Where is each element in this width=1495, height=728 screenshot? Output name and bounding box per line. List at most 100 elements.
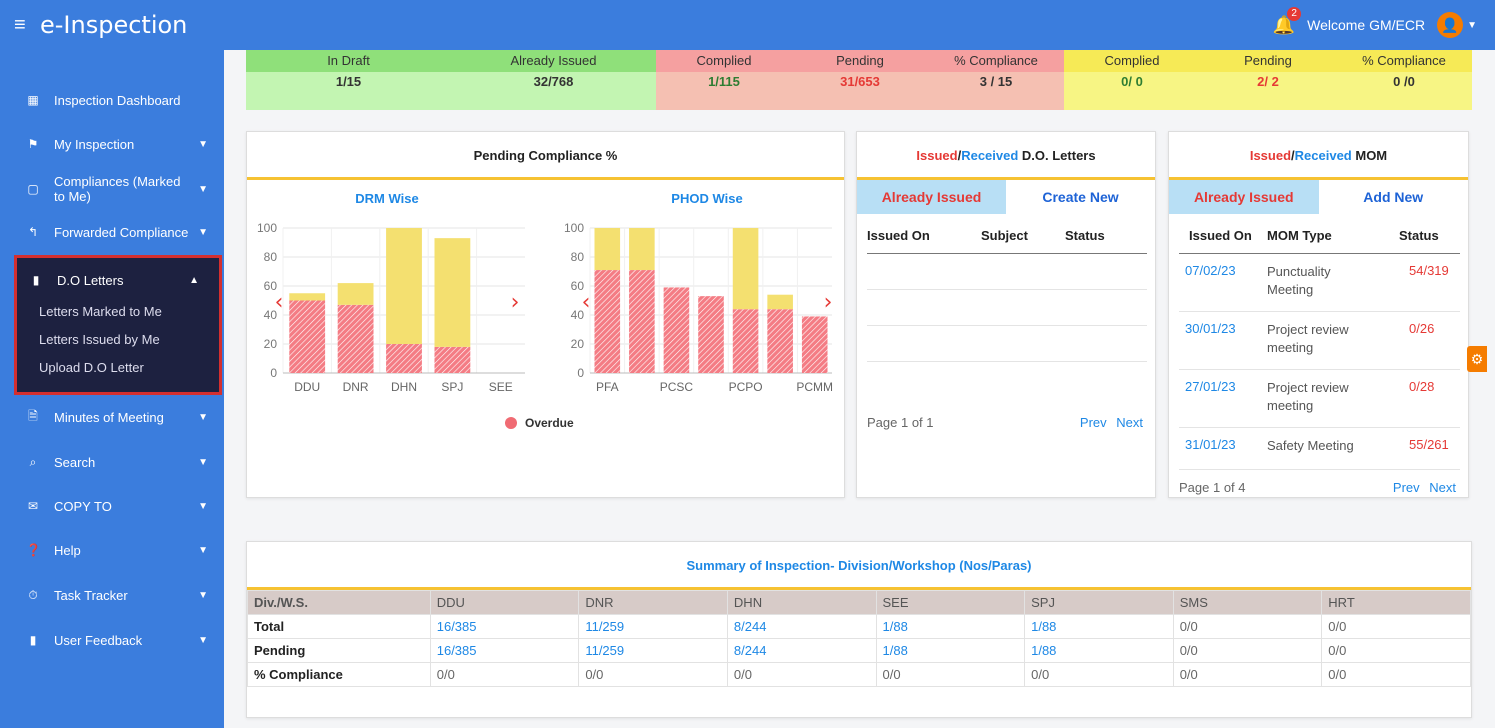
stat-value[interactable]: 1/115 (656, 72, 792, 110)
do-letters-card: Issued/Received D.O. Letters Already Iss… (856, 131, 1156, 498)
mom-status[interactable]: 55/261 (1399, 437, 1449, 461)
next-link[interactable]: Next (1116, 415, 1143, 430)
mom-status[interactable]: 0/28 (1399, 379, 1434, 419)
chevron-down-icon: ▼ (198, 183, 208, 195)
stat-value[interactable]: 31/653 (792, 72, 928, 110)
grid-icon: ▦ (27, 93, 39, 107)
table-row[interactable]: 30/01/23 Project review meeting 0/26 (1179, 312, 1460, 370)
chevron-down-icon: ▼ (198, 500, 208, 512)
chart-prev-arrow-icon[interactable]: ‹ (275, 290, 284, 315)
stat-label: Complied (1104, 53, 1160, 68)
user-avatar-icon[interactable]: 👤 (1437, 12, 1464, 38)
card-title: Pending Compliance % (247, 132, 844, 180)
legend-label: Overdue (525, 416, 574, 430)
bar (767, 294, 793, 310)
sidebar-subitem-upload-do-letter[interactable]: Upload D.O Letter (39, 360, 144, 375)
division-header: SEE (875, 590, 1026, 615)
bar (289, 300, 326, 373)
timer-icon: ⏱ (28, 587, 38, 602)
summary-cell[interactable]: 1/88 (875, 638, 1026, 663)
bar (337, 304, 374, 373)
mom-date-link[interactable]: 30/01/23 (1179, 321, 1267, 361)
mom-status[interactable]: 54/319 (1399, 263, 1449, 303)
sidebar-item-copy-to[interactable]: ✉ COPY TO ▼ (0, 496, 224, 516)
sidebar-item-search[interactable]: ⌕ Search ▼ (0, 452, 224, 472)
stat-value[interactable]: 32/768 (451, 72, 656, 110)
sidebar-subitem-letters-marked[interactable]: Letters Marked to Me (39, 304, 162, 319)
mom-type: Project review meeting (1267, 322, 1349, 355)
chart-next-arrow-icon[interactable]: › (824, 290, 833, 315)
app-brand[interactable]: e-Inspection (40, 11, 187, 39)
tab-already-issued[interactable]: Already Issued (857, 180, 1006, 214)
hamburger-icon[interactable]: ≡ (14, 14, 34, 37)
summary-card: Summary of Inspection- Division/Workshop… (246, 541, 1472, 718)
title-received: Received (1294, 148, 1352, 163)
bar (629, 228, 655, 271)
pending-compliance-charts: DRM Wise020406080100DDU DNR DHN SPJ SEE‹ ›PHO… (257, 191, 833, 430)
table-row[interactable]: 27/01/23 Project review meeting 0/28 (1179, 370, 1460, 428)
tab-already-issued[interactable]: Already Issued (1169, 180, 1319, 214)
sidebar-item-user-feedback[interactable]: ▮ User Feedback ▼ (0, 630, 224, 650)
mom-date-link[interactable]: 31/01/23 (1179, 437, 1267, 461)
summary-cell[interactable]: 11/259 (578, 638, 728, 663)
sidebar-item-minutes-of-meeting[interactable]: 🗎 Minutes of Meeting ▼ (0, 407, 224, 427)
summary-cell[interactable]: 8/244 (726, 638, 877, 663)
summary-cell: 0/0 (1321, 662, 1471, 687)
pending-compliance-card: Pending Compliance % DRM Wise 0 20 40 60 80 10… (246, 131, 845, 498)
settings-gear-icon[interactable]: ⚙ (1467, 346, 1487, 372)
sidebar-item-compliances[interactable]: ▢ Compliances (Marked to Me) ▼ (0, 172, 224, 206)
stat-value[interactable]: 3 / 15 (928, 72, 1064, 110)
prev-link[interactable]: Prev (1080, 415, 1107, 430)
notification-bell-icon[interactable]: 🔔 2 (1273, 6, 1302, 36)
sidebar-item-help[interactable]: ❓ Help ▼ (0, 540, 224, 560)
create-new-button[interactable]: Create New (1006, 180, 1155, 214)
bar (801, 316, 828, 373)
sidebar-item-do-letters[interactable]: ▮ D.O Letters ▲ (3, 270, 211, 290)
bar (434, 238, 471, 347)
stat-value[interactable]: 0/ 0 (1064, 72, 1200, 110)
add-new-button[interactable]: Add New (1318, 180, 1468, 214)
summary-cell[interactable]: 1/88 (1024, 614, 1174, 639)
clipboard-icon: ▢ (27, 182, 39, 196)
summary-cell[interactable]: 16/385 (429, 614, 580, 639)
summary-cell[interactable]: 16/385 (429, 638, 580, 663)
sidebar-item-task-tracker[interactable]: ⏱ Task Tracker ▼ (0, 585, 224, 605)
sidebar-item-my-inspection[interactable]: ⚑ My Inspection ▼ (0, 134, 224, 154)
stat-label: Complied (696, 53, 752, 68)
card-title: Issued/Received MOM (1169, 132, 1468, 180)
chevron-down-icon: ▼ (198, 411, 208, 423)
summary-cell[interactable]: 8/244 (726, 614, 877, 639)
summary-cell: 0/0 (1172, 638, 1323, 663)
top-bar: ≡ e-Inspection 🔔 2 Welcome GM/ECR 👤 ▼ (0, 0, 1495, 50)
mom-date-link[interactable]: 07/02/23 (1179, 263, 1267, 303)
do-table-header: Issued On Subject Status (867, 228, 1147, 254)
summary-cell: 0/0 (726, 662, 877, 687)
chevron-down-icon: ▼ (198, 589, 208, 601)
sidebar-subitem-letters-issued[interactable]: Letters Issued by Me (39, 332, 160, 347)
mom-date-link[interactable]: 27/01/23 (1179, 379, 1267, 419)
mom-type: Punctuality Meeting (1267, 264, 1331, 297)
stat-value[interactable]: 2/ 2 (1200, 72, 1336, 110)
stat-label: Pending (836, 53, 884, 68)
stat-value[interactable]: 0 /0 (1336, 72, 1472, 110)
sidebar-item-inspection-dashboard[interactable]: ▦ Inspection Dashboard (0, 90, 224, 110)
next-link[interactable]: Next (1429, 480, 1456, 495)
stat-label: Pending (1244, 53, 1292, 68)
y-tick-label: 80 (571, 250, 585, 264)
summary-cell[interactable]: 1/88 (1024, 638, 1174, 663)
table-row[interactable]: 31/01/23 Safety Meeting 55/261 (1179, 428, 1460, 470)
chart-prev-arrow-icon[interactable]: ‹ (582, 290, 591, 315)
sidebar-item-label: User Feedback (54, 632, 143, 648)
prev-link[interactable]: Prev (1393, 480, 1420, 495)
search-icon: ⌕ (29, 454, 37, 469)
sidebar-item-forwarded-compliance[interactable]: ↰ Forwarded Compliance ▼ (0, 222, 224, 242)
chart-next-arrow-icon[interactable]: › (511, 290, 520, 315)
stats-strip: In Draft Already Issued 1/15 32/768 Comp… (246, 50, 1472, 110)
summary-cell[interactable]: 11/259 (578, 614, 728, 639)
table-row[interactable]: 07/02/23 Punctuality Meeting 54/319 (1179, 254, 1460, 312)
summary-cell[interactable]: 1/88 (875, 614, 1026, 639)
chevron-down-icon[interactable]: ▼ (1467, 20, 1477, 31)
pagination-text: Page 1 of 4 (1179, 480, 1246, 495)
stat-value[interactable]: 1/15 (246, 72, 451, 110)
mom-status[interactable]: 0/26 (1399, 321, 1434, 361)
